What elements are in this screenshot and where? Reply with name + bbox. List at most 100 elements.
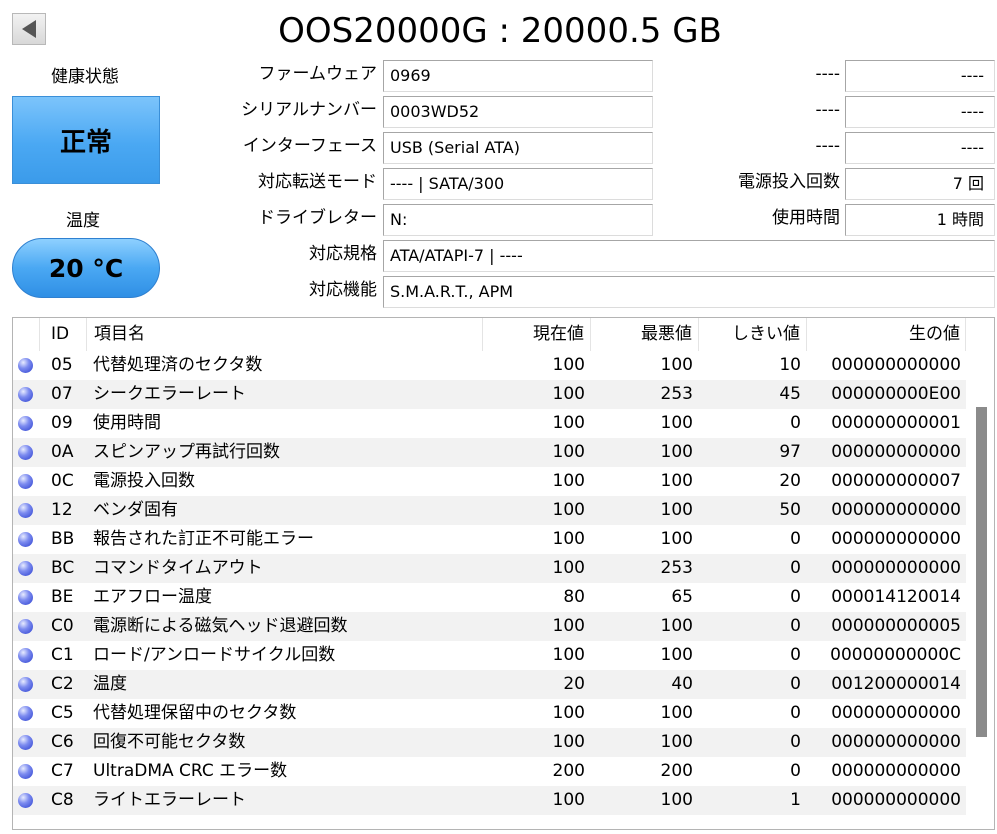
- table-row[interactable]: 05 代替処理済のセクタ数 100 100 10 000000000000: [13, 351, 966, 380]
- cell-worst: 100: [660, 645, 693, 665]
- status-dot-icon: [18, 387, 33, 402]
- cell-id: C7: [51, 761, 74, 781]
- cell-current: 100: [552, 413, 585, 433]
- cell-worst: 200: [660, 761, 693, 781]
- status-dot-icon: [18, 416, 33, 431]
- header-raw[interactable]: 生の値: [807, 318, 966, 351]
- table-row[interactable]: C7 UltraDMA CRC エラー数 200 200 0 000000000000: [13, 757, 966, 786]
- table-row[interactable]: 09 使用時間 100 100 0 000000000001: [13, 409, 966, 438]
- cell-worst: 100: [660, 471, 693, 491]
- table-row[interactable]: C0 電源断による磁気ヘッド退避回数 100 100 0 000000000005: [13, 612, 966, 641]
- cell-threshold: 0: [790, 645, 801, 665]
- cell-raw: 000000000000: [831, 355, 961, 375]
- cell-worst: 100: [660, 355, 693, 375]
- cell-id: BB: [51, 529, 75, 549]
- cell-name: 代替処理保留中のセクタ数: [93, 703, 297, 723]
- scrollbar-thumb[interactable]: [976, 407, 987, 737]
- table-row[interactable]: 07 シークエラーレート 100 253 45 000000000E00: [13, 380, 966, 409]
- status-dot-icon: [18, 619, 33, 634]
- status-dot-icon: [18, 677, 33, 692]
- cell-threshold: 0: [790, 616, 801, 636]
- cell-name: 報告された訂正不可能エラー: [93, 529, 314, 549]
- temperature-button[interactable]: 20 °C: [12, 238, 160, 298]
- cell-name: ライトエラーレート: [93, 790, 246, 810]
- cell-current: 100: [552, 355, 585, 375]
- extra-field-1: ----: [845, 60, 995, 92]
- cell-name: シークエラーレート: [93, 384, 246, 404]
- cell-name: コマンドタイムアウト: [93, 558, 263, 578]
- cell-threshold: 0: [790, 703, 801, 723]
- cell-name: エアフロー温度: [93, 587, 212, 607]
- header-worst[interactable]: 最悪値: [591, 318, 699, 351]
- cell-current: 20: [563, 674, 585, 694]
- power-on-hours-label: 使用時間: [772, 208, 840, 228]
- cell-raw: 000000000005: [831, 616, 961, 636]
- cell-name: 回復不可能セクタ数: [93, 732, 246, 752]
- cell-name: 代替処理済のセクタ数: [93, 355, 263, 375]
- cell-current: 80: [563, 587, 585, 607]
- cell-name: 使用時間: [93, 413, 161, 433]
- cell-worst: 100: [660, 703, 693, 723]
- table-row[interactable]: BC コマンドタイムアウト 100 253 0 000000000000: [13, 554, 966, 583]
- cell-id: C8: [51, 790, 74, 810]
- cell-current: 100: [552, 616, 585, 636]
- cell-raw: 000000000000: [831, 558, 961, 578]
- cell-raw: 001200000014: [831, 674, 961, 694]
- status-dot-icon: [18, 532, 33, 547]
- table-row[interactable]: C1 ロード/アンロードサイクル回数 100 100 0 00000000000C: [13, 641, 966, 670]
- cell-threshold: 45: [779, 384, 801, 404]
- cell-raw: 000000000001: [831, 413, 961, 433]
- header-threshold[interactable]: しきい値: [699, 318, 807, 351]
- status-dot-icon: [18, 561, 33, 576]
- cell-name: 電源断による磁気ヘッド退避回数: [93, 616, 348, 636]
- header-current[interactable]: 現在値: [483, 318, 591, 351]
- cell-raw: 000000000000: [831, 790, 961, 810]
- status-dot-icon: [18, 648, 33, 663]
- table-row[interactable]: 0A スピンアップ再試行回数 100 100 97 000000000000: [13, 438, 966, 467]
- cell-threshold: 0: [790, 413, 801, 433]
- table-row[interactable]: BB 報告された訂正不可能エラー 100 100 0 000000000000: [13, 525, 966, 554]
- status-dot-icon: [18, 474, 33, 489]
- cell-threshold: 97: [779, 442, 801, 462]
- status-dot-icon: [18, 735, 33, 750]
- status-dot-icon: [18, 445, 33, 460]
- cell-raw: 000000000007: [831, 471, 961, 491]
- header-name[interactable]: 項目名: [87, 318, 483, 351]
- drive-letter-label: ドライブレター: [258, 208, 377, 228]
- extra-label-3: ----: [815, 136, 840, 156]
- features-field: S.M.A.R.T., APM: [383, 276, 995, 308]
- transfer-mode-field: ---- | SATA/300: [383, 168, 653, 200]
- cell-worst: 100: [660, 790, 693, 810]
- cell-name: ベンダ固有: [93, 500, 178, 520]
- header-status-column[interactable]: [13, 318, 40, 351]
- cell-raw: 000000000E00: [831, 384, 961, 404]
- cell-name: スピンアップ再試行回数: [93, 442, 280, 462]
- table-row[interactable]: 0C 電源投入回数 100 100 20 000000000007: [13, 467, 966, 496]
- status-dot-icon: [18, 793, 33, 808]
- table-scrollbar[interactable]: [966, 318, 994, 829]
- cell-worst: 100: [660, 500, 693, 520]
- health-label: 健康状態: [51, 67, 119, 87]
- table-row[interactable]: C5 代替処理保留中のセクタ数 100 100 0 000000000000: [13, 699, 966, 728]
- cell-id: 05: [51, 355, 73, 375]
- interface-label: インターフェース: [242, 136, 377, 156]
- status-dot-icon: [18, 358, 33, 373]
- status-dot-icon: [18, 764, 33, 779]
- serial-field: 0003WD52: [383, 96, 653, 128]
- table-row[interactable]: 12 ベンダ固有 100 100 50 000000000000: [13, 496, 966, 525]
- cell-id: BC: [51, 558, 75, 578]
- cell-name: 電源投入回数: [93, 471, 195, 491]
- table-body: 05 代替処理済のセクタ数 100 100 10 0 0 0000000000 07 シークエラー…: [13, 351, 966, 815]
- table-row[interactable]: C2 温度 20 40 0 001200000014: [13, 670, 966, 699]
- cell-current: 100: [552, 471, 585, 491]
- header-id[interactable]: ID: [40, 318, 87, 351]
- health-status-button[interactable]: 正常: [12, 96, 160, 184]
- table-row[interactable]: BE エアフロー温度 80 65 0 000014120014: [13, 583, 966, 612]
- table-row[interactable]: C8 ライトエラーレート 100 100 1 000000000000: [13, 786, 966, 815]
- cell-raw: 000000000000: [831, 732, 961, 752]
- temperature-label: 温度: [66, 211, 100, 231]
- drive-letter-field: N:: [383, 204, 653, 236]
- table-row[interactable]: C6 回復不可能セクタ数 100 100 0 000000000000: [13, 728, 966, 757]
- cell-current: 100: [552, 500, 585, 520]
- smart-table[interactable]: ID 項目名 現在値 最悪値 しきい値 生の値 05 代替処理済のセクタ数 100 1…: [12, 317, 995, 830]
